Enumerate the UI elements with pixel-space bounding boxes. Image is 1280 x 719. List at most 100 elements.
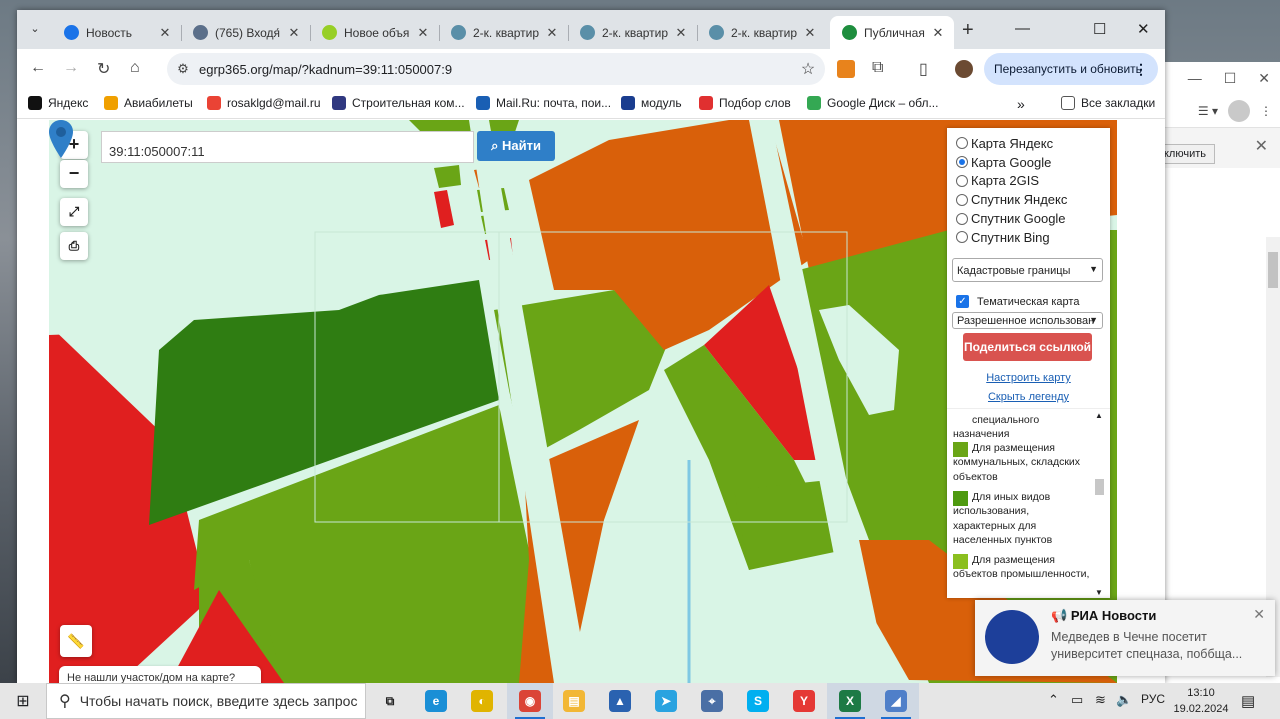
- bookmark-6[interactable]: модуль: [621, 96, 682, 110]
- list-icon[interactable]: ☰ ▾: [1198, 104, 1218, 118]
- enable-button[interactable]: ключить: [1161, 144, 1215, 164]
- chevron-up-icon[interactable]: ⌃: [1048, 692, 1059, 708]
- site-settings-icon[interactable]: ⚙: [167, 61, 199, 77]
- tab-1[interactable]: Новость ✕: [52, 16, 182, 49]
- bookmark-4[interactable]: Строительная ком...: [332, 96, 465, 110]
- language-indicator[interactable]: РУС: [1141, 692, 1165, 706]
- bookmark-7[interactable]: Подбор слов: [699, 96, 791, 110]
- taskbar-app[interactable]: ▲: [597, 683, 643, 719]
- bookmark-5[interactable]: Mail.Ru: почта, пои...: [476, 96, 611, 110]
- forward-icon[interactable]: →: [63, 59, 79, 77]
- minimize-icon[interactable]: —: [1015, 20, 1030, 37]
- map-marker-icon[interactable]: [49, 120, 73, 158]
- layer-option[interactable]: Спутник Bing: [947, 228, 1110, 247]
- taskbar-app[interactable]: ▤: [551, 683, 597, 719]
- layer-option[interactable]: Спутник Google: [947, 209, 1110, 228]
- parcel-green[interactable]: [434, 165, 461, 188]
- taskbar-app[interactable]: X: [827, 683, 873, 719]
- avatar[interactable]: [955, 60, 973, 78]
- close-tab-icon[interactable]: ✕: [802, 25, 818, 41]
- hide-legend-link[interactable]: Скрыть легенду: [947, 391, 1110, 403]
- scroll-up-icon[interactable]: ▲: [1095, 411, 1103, 420]
- scrollbar[interactable]: ▲ ▼: [1094, 409, 1104, 597]
- start-button[interactable]: ⊞: [0, 683, 46, 719]
- tab-2[interactable]: (765) Входя́ ✕: [181, 16, 311, 49]
- close-icon[interactable]: ✕: [1258, 70, 1270, 87]
- tab-search-icon[interactable]: ⌄: [24, 18, 46, 40]
- scrollbar-thumb[interactable]: [1268, 252, 1278, 288]
- cadastral-map[interactable]: + − ⤢ ⎙ ⌕ Найти 📏 Не нашли участок/дом н…: [49, 120, 1117, 683]
- more-icon[interactable]: ⋮: [1134, 53, 1148, 85]
- clock[interactable]: 13:10 19.02.2024: [1171, 685, 1231, 717]
- close-icon[interactable]: ✕: [1137, 20, 1150, 38]
- find-button[interactable]: ⌕ Найти: [477, 131, 555, 161]
- side-panel-icon[interactable]: ▯: [919, 59, 928, 79]
- close-tab-icon[interactable]: ✕: [930, 25, 946, 41]
- configure-map-link[interactable]: Настроить карту: [947, 372, 1110, 384]
- close-tab-icon[interactable]: ✕: [544, 25, 560, 41]
- scroll-down-icon[interactable]: ▼: [1095, 588, 1103, 597]
- wifi-icon[interactable]: ≋: [1095, 692, 1106, 708]
- extensions-icon[interactable]: ⧉: [872, 59, 883, 77]
- bookmark-star-icon[interactable]: ☆: [791, 59, 825, 79]
- taskbar-app[interactable]: ➤: [643, 683, 689, 719]
- url-text[interactable]: egrp365.org/map/?kadnum=39:11:050007:9: [199, 62, 791, 77]
- checkbox-checked-icon[interactable]: ✓: [956, 295, 969, 308]
- taskbar-search[interactable]: ⚲ Чтобы начать поиск, введите здесь запр…: [46, 683, 366, 719]
- taskbar-app[interactable]: ◐: [459, 683, 505, 719]
- parcel-red[interactable]: [434, 190, 454, 228]
- taskbar-app[interactable]: S: [735, 683, 781, 719]
- metamask-icon[interactable]: [837, 60, 855, 78]
- radio-button[interactable]: [956, 137, 968, 150]
- tab-3[interactable]: Новое объя ✕: [310, 16, 440, 49]
- scrollbar-thumb[interactable]: [1095, 479, 1104, 495]
- volume-icon[interactable]: 🔈: [1116, 692, 1132, 708]
- close-tab-icon[interactable]: ✕: [157, 25, 173, 41]
- maximize-icon[interactable]: ☐: [1093, 20, 1106, 38]
- radio-button[interactable]: [956, 156, 968, 169]
- radio-button[interactable]: [956, 212, 968, 225]
- taskbar-app[interactable]: e: [413, 683, 459, 719]
- tab-5[interactable]: 2-к. квартир ✕: [568, 16, 698, 49]
- layer-option[interactable]: Карта Яндекс: [947, 134, 1110, 153]
- ruler-icon[interactable]: 📏: [60, 625, 92, 657]
- boundaries-select[interactable]: Кадастровые границы ▼: [952, 258, 1103, 282]
- close-icon[interactable]: ✕: [1253, 606, 1265, 623]
- back-icon[interactable]: ←: [30, 59, 46, 77]
- radio-button[interactable]: [956, 231, 968, 244]
- print-icon[interactable]: ⎙: [60, 232, 88, 260]
- new-tab-icon[interactable]: +: [962, 19, 974, 42]
- bookmark-3[interactable]: rosaklgd@mail.ru: [207, 96, 321, 110]
- close-tab-icon[interactable]: ✕: [673, 25, 689, 41]
- layer-option[interactable]: Карта Google: [947, 153, 1110, 172]
- battery-icon[interactable]: ▭: [1071, 692, 1083, 708]
- cadastral-search-input[interactable]: [101, 131, 474, 163]
- address-bar[interactable]: ⚙ egrp365.org/map/?kadnum=39:11:050007:9…: [167, 53, 825, 85]
- zoom-out-button[interactable]: −: [60, 160, 88, 188]
- taskbar-app[interactable]: ◉: [507, 683, 553, 719]
- reload-icon[interactable]: ↻: [97, 59, 110, 79]
- maximize-icon[interactable]: ☐: [1224, 70, 1237, 87]
- bookmark-8[interactable]: Google Диск – обл...: [807, 96, 938, 110]
- notifications-icon[interactable]: ▤: [1241, 692, 1255, 710]
- more-bookmarks-icon[interactable]: »: [1017, 96, 1025, 112]
- tab-7[interactable]: Публичная ✕: [830, 16, 954, 49]
- bookmark-1[interactable]: Яндекс: [28, 96, 88, 110]
- tab-4[interactable]: 2-к. квартир ✕: [439, 16, 569, 49]
- relaunch-button[interactable]: Перезапустить и обновить ⋮: [984, 53, 1158, 85]
- bookmark-2[interactable]: Авиабилеты: [104, 96, 193, 110]
- radio-button[interactable]: [956, 193, 968, 206]
- taskbar-app[interactable]: ⧉: [367, 683, 413, 719]
- not-found-hint[interactable]: Не нашли участок/дом на карте?: [59, 666, 261, 683]
- home-icon[interactable]: ⌂: [130, 59, 140, 77]
- share-link-button[interactable]: Поделиться ссылкой: [963, 333, 1092, 361]
- taskbar-app[interactable]: ⌖: [689, 683, 735, 719]
- thematic-map-checkbox[interactable]: ✓ Тематическая карта: [956, 295, 1079, 308]
- layer-option[interactable]: Спутник Яндекс: [947, 190, 1110, 209]
- avatar[interactable]: [1228, 99, 1250, 122]
- tab-6[interactable]: 2-к. квартир ✕: [697, 16, 826, 49]
- taskbar-app[interactable]: Y: [781, 683, 827, 719]
- radio-button[interactable]: [956, 174, 968, 187]
- usage-select[interactable]: Разрешенное использован ▼: [952, 312, 1103, 329]
- all-bookmarks-button[interactable]: Все закладки: [1061, 96, 1155, 110]
